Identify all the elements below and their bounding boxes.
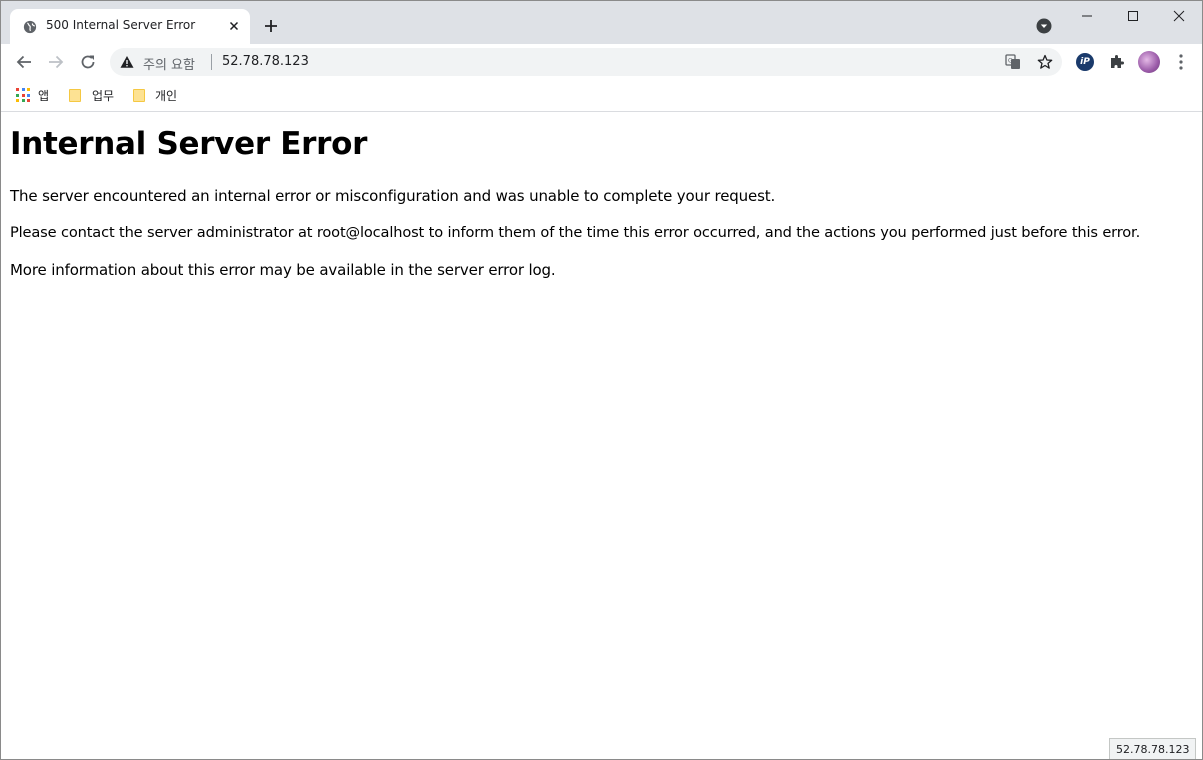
minimize-button[interactable]	[1064, 1, 1110, 31]
address-bar[interactable]: 주의 요함 52.78.78.123 G	[110, 48, 1062, 76]
bookmarks-bar: 앱 업무 개인	[1, 80, 1202, 112]
warning-icon[interactable]	[120, 55, 134, 69]
new-tab-button[interactable]	[261, 16, 281, 36]
close-window-button[interactable]	[1156, 1, 1202, 31]
bookmark-star-button[interactable]	[1036, 53, 1054, 71]
bookmark-apps[interactable]: 앱	[16, 85, 49, 105]
star-icon	[1037, 54, 1053, 69]
bookmark-folder-personal[interactable]: 개인	[133, 85, 177, 105]
kebab-menu-icon[interactable]	[1172, 52, 1190, 72]
security-status-label[interactable]: 주의 요함	[143, 54, 195, 73]
ip-extension-icon[interactable]: iP	[1076, 53, 1094, 71]
omnibox-divider	[211, 54, 212, 70]
error-paragraph: Please contact the server administrator …	[10, 224, 1141, 241]
maximize-button[interactable]	[1110, 1, 1156, 31]
forward-button[interactable]	[46, 52, 66, 72]
profile-avatar[interactable]	[1138, 51, 1160, 73]
extensions-puzzle-icon[interactable]	[1107, 52, 1127, 72]
arrow-left-icon	[16, 55, 31, 69]
apps-grid-icon	[16, 88, 30, 102]
browser-toolbar: 주의 요함 52.78.78.123 G	[1, 44, 1202, 80]
minimize-icon	[1082, 15, 1092, 17]
maximize-icon	[1128, 11, 1138, 21]
svg-text:G: G	[1008, 58, 1013, 65]
translate-button[interactable]: G	[1004, 53, 1022, 71]
page-title: Internal Server Error	[10, 126, 368, 162]
folder-icon	[69, 88, 81, 102]
translate-icon: G	[1005, 54, 1020, 69]
back-button[interactable]	[14, 52, 34, 72]
status-bubble: 52.78.78.123	[1109, 738, 1197, 759]
browser-window: 500 Internal Server Error 주의 요함 52.78.78…	[0, 0, 1203, 760]
error-paragraph: The server encountered an internal error…	[10, 187, 776, 205]
bookmark-label: 개인	[155, 88, 178, 103]
globe-icon	[23, 20, 37, 34]
arrow-right-icon	[49, 55, 64, 69]
bookmark-folder-work[interactable]: 업무	[69, 85, 114, 105]
tab-title: 500 Internal Server Error	[46, 18, 196, 32]
bookmark-label: 업무	[92, 88, 115, 103]
bookmark-label: 앱	[38, 88, 50, 103]
reload-icon	[81, 55, 95, 69]
active-tab[interactable]: 500 Internal Server Error	[10, 9, 250, 44]
error-paragraph: More information about this error may be…	[10, 261, 556, 279]
url-text[interactable]: 52.78.78.123	[222, 54, 309, 69]
reload-button[interactable]	[78, 52, 98, 72]
close-icon	[1173, 10, 1185, 22]
tab-strip: 500 Internal Server Error	[1, 1, 1202, 44]
close-tab-icon[interactable]	[226, 18, 242, 34]
tab-search-button[interactable]	[1035, 17, 1053, 35]
page-content: Internal Server Error The server encount…	[1, 113, 1202, 759]
folder-icon	[133, 88, 145, 102]
